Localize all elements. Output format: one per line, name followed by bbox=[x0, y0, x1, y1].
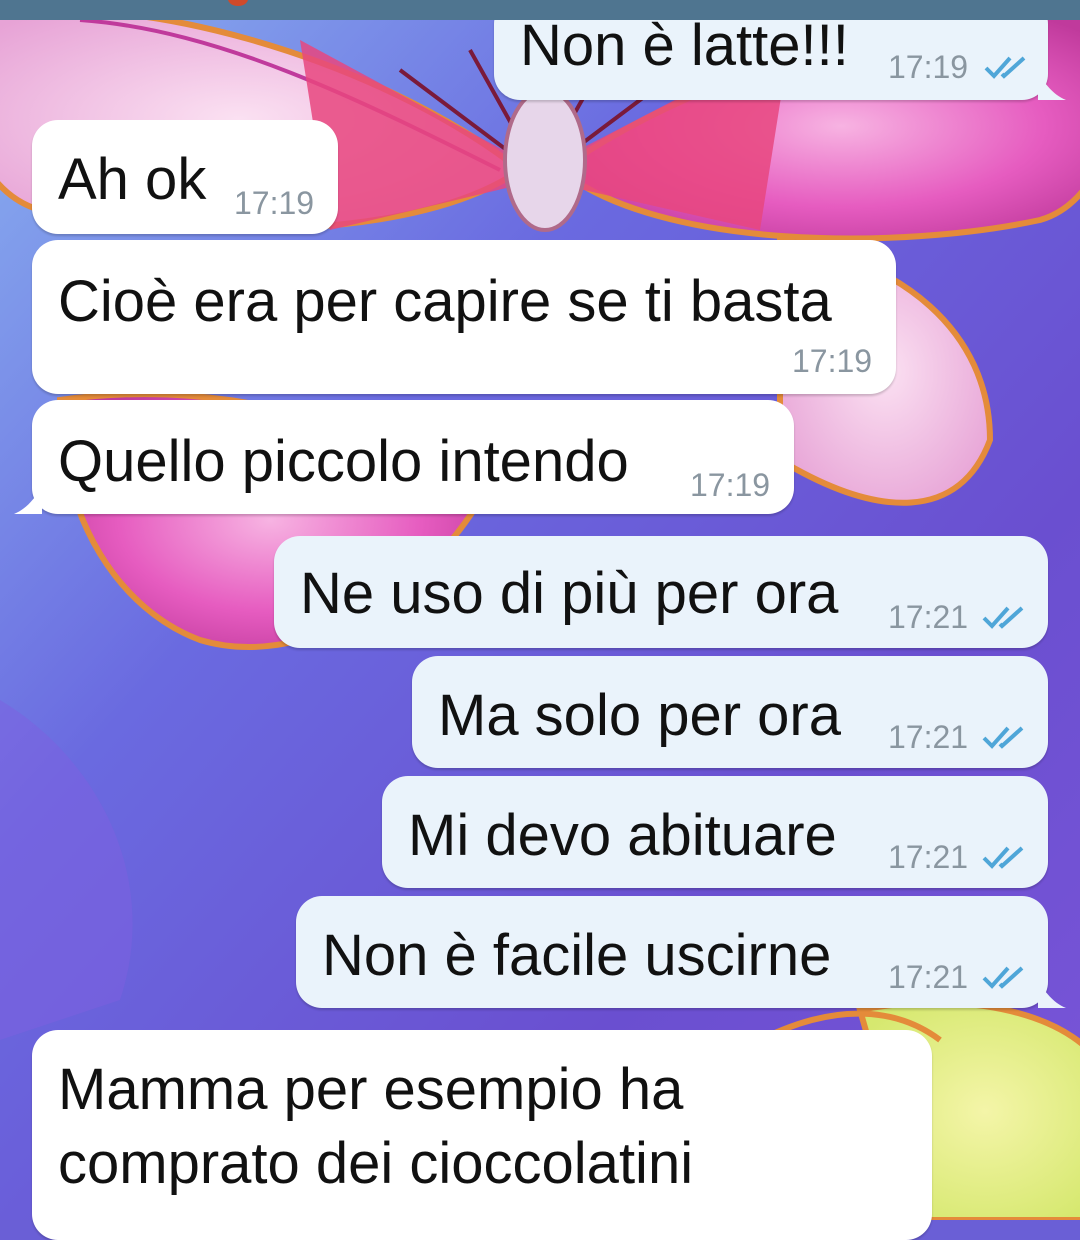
message-time: 17:21 bbox=[888, 719, 969, 755]
message-text: Ne uso di più per ora bbox=[300, 561, 839, 626]
message-incoming[interactable]: Cioè era per capire se ti basta 17:19 bbox=[32, 240, 896, 394]
message-time: 17:21 bbox=[888, 839, 969, 875]
message-text: Non è latte!!! bbox=[520, 13, 849, 78]
message-time: 17:19 bbox=[888, 49, 969, 85]
message-text: Cioè era per capire se ti basta bbox=[58, 269, 832, 334]
bubble-tail bbox=[14, 488, 42, 514]
message-text-line: Mamma per esempio ha bbox=[58, 1057, 684, 1122]
message-text: Ah ok bbox=[58, 147, 207, 212]
message-outgoing[interactable]: Mi devo abituare 17:21 bbox=[382, 776, 1048, 888]
double-check-icon bbox=[984, 56, 1026, 79]
message-text: Mi devo abituare bbox=[408, 803, 837, 868]
notification-dot bbox=[228, 0, 248, 6]
message-outgoing[interactable]: Ma solo per ora 17:21 bbox=[412, 656, 1048, 768]
chat-history[interactable]: Non è latte!!! 17:19 Ah ok 17:19 Cioè er… bbox=[0, 0, 1080, 1240]
message-text: Non è facile uscirne bbox=[322, 923, 832, 988]
double-check-icon bbox=[982, 606, 1024, 629]
message-text-line: comprato dei cioccolatini bbox=[58, 1131, 694, 1196]
message-incoming[interactable]: Quello piccolo intendo 17:19 bbox=[14, 400, 794, 514]
message-time: 17:21 bbox=[888, 959, 969, 995]
message-incoming[interactable]: Ah ok 17:19 bbox=[32, 120, 338, 234]
double-check-icon bbox=[982, 846, 1024, 869]
message-time: 17:19 bbox=[792, 343, 873, 379]
status-bar bbox=[0, 0, 1080, 20]
message-time: 17:19 bbox=[690, 467, 771, 503]
message-incoming[interactable]: Mamma per esempio ha comprato dei ciocco… bbox=[32, 1030, 932, 1240]
message-outgoing[interactable]: Ne uso di più per ora 17:21 bbox=[274, 536, 1048, 648]
message-outgoing[interactable]: Non è facile uscirne 17:21 bbox=[296, 896, 1066, 1008]
message-text: Ma solo per ora bbox=[438, 683, 841, 748]
bubble-tail bbox=[1038, 74, 1066, 100]
message-text: Quello piccolo intendo bbox=[58, 429, 629, 494]
double-check-icon bbox=[982, 966, 1024, 989]
bubble-tail bbox=[1038, 982, 1066, 1008]
double-check-icon bbox=[982, 726, 1024, 749]
message-time: 17:21 bbox=[888, 599, 969, 635]
message-time: 17:19 bbox=[234, 185, 315, 221]
